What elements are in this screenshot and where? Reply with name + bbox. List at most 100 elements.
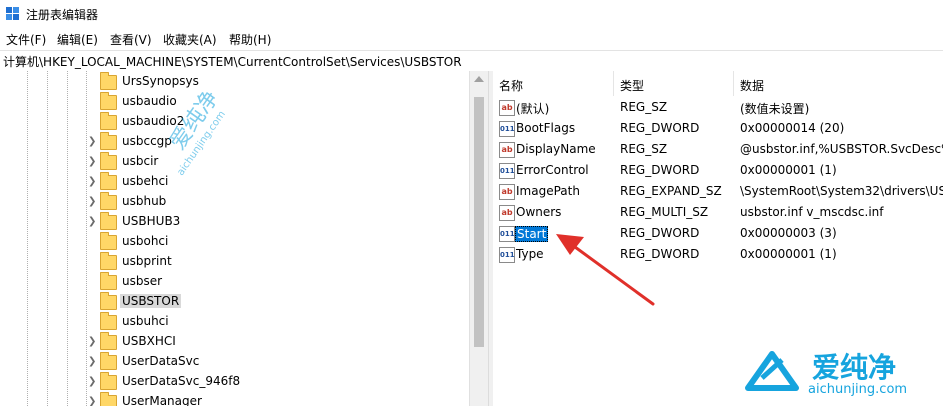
value-name: Start <box>515 226 549 242</box>
tree-item[interactable]: ❯ UserManager <box>84 392 464 406</box>
menu-edit[interactable]: 编辑(E) <box>57 31 98 48</box>
value-type: REG_SZ <box>620 142 668 156</box>
value-row[interactable]: 011 Start REG_DWORD 0x00000003 (3) <box>493 223 943 244</box>
folder-icon <box>100 252 117 270</box>
folder-icon <box>100 292 117 310</box>
value-row[interactable]: ab (默认) REG_SZ (数值未设置) <box>493 97 943 118</box>
tree-guide-line <box>47 71 48 406</box>
tree-item-label: usbprint <box>122 254 172 268</box>
value-data: 0x00000001 (1) <box>740 163 837 177</box>
tree-item-label: UserManager <box>122 394 202 406</box>
expand-chevron-icon[interactable]: ❯ <box>88 356 96 367</box>
binary-value-icon: 011 <box>499 226 515 242</box>
address-bar[interactable]: 计算机\HKEY_LOCAL_MACHINE\SYSTEM\CurrentCon… <box>0 50 943 72</box>
column-header-name[interactable]: 名称 <box>493 71 613 96</box>
tree-item[interactable]: usbohci <box>84 232 464 252</box>
tree-item[interactable]: ❯ UserDataSvc_946f8 <box>84 372 464 392</box>
watermark-logo-brand: 爱纯净 <box>812 351 897 384</box>
string-value-icon: ab <box>499 100 515 116</box>
tree-item[interactable]: ❯ UserDataSvc <box>84 352 464 372</box>
value-type: REG_EXPAND_SZ <box>620 184 722 198</box>
value-type: REG_SZ <box>620 100 668 114</box>
folder-icon <box>100 272 117 290</box>
column-header-name-label: 名称 <box>499 79 524 93</box>
folder-icon <box>100 312 117 330</box>
tree-item[interactable]: usbaudio2 <box>84 112 464 132</box>
expand-chevron-icon[interactable]: ❯ <box>88 136 96 147</box>
folder-icon <box>100 192 117 210</box>
registry-editor-icon <box>6 7 19 20</box>
value-row[interactable]: 011 ErrorControl REG_DWORD 0x00000001 (1) <box>493 160 943 181</box>
tree-item[interactable]: ❯ usbhub <box>84 192 464 212</box>
tree-item[interactable]: usbprint <box>84 252 464 272</box>
value-name: Owners <box>516 205 562 219</box>
value-row[interactable]: ab ImagePath REG_EXPAND_SZ \SystemRoot\Syst… <box>493 181 943 202</box>
watermark-logo: 爱纯净 aichunjing.com <box>740 342 940 402</box>
tree-item-label: usbehci <box>122 174 169 188</box>
value-data: (数值未设置) <box>740 102 810 116</box>
folder-icon <box>100 132 117 150</box>
expand-chevron-icon[interactable]: ❯ <box>88 336 96 347</box>
folder-icon <box>100 152 117 170</box>
value-data: usbstor.inf v_mscdsc.inf <box>740 205 884 219</box>
folder-icon <box>100 72 117 90</box>
column-header-type[interactable]: 类型 <box>614 71 733 96</box>
expand-chevron-icon[interactable]: ❯ <box>88 376 96 387</box>
expand-chevron-icon[interactable]: ❯ <box>88 216 96 227</box>
folder-icon <box>100 172 117 190</box>
tree-item-label: UserDataSvc <box>122 354 200 368</box>
value-name: ErrorControl <box>516 163 589 177</box>
value-row[interactable]: 011 BootFlags REG_DWORD 0x00000014 (20) <box>493 118 943 139</box>
value-name: BootFlags <box>516 121 576 135</box>
tree-item-label: usbuhci <box>122 314 169 328</box>
tree-guide-line <box>27 71 28 406</box>
column-header-data[interactable]: 数据 <box>734 71 943 96</box>
value-type: REG_DWORD <box>620 163 700 177</box>
menu-view[interactable]: 查看(V) <box>110 31 152 48</box>
expand-chevron-icon[interactable]: ❯ <box>88 196 96 207</box>
folder-icon <box>100 212 117 230</box>
tree-item[interactable]: USBSTOR <box>84 292 464 312</box>
value-name: ImagePath <box>516 184 580 198</box>
tree-item[interactable]: usbser <box>84 272 464 292</box>
tree-item-label: USBXHCI <box>122 334 176 348</box>
tree-item-label: UserDataSvc_946f8 <box>122 374 241 388</box>
tree-guide-line <box>67 71 68 406</box>
string-value-icon: ab <box>499 205 515 221</box>
tree-scrollbar[interactable] <box>469 71 488 406</box>
tree-item[interactable]: ❯ usbehci <box>84 172 464 192</box>
menu-favorites[interactable]: 收藏夹(A) <box>163 31 217 48</box>
value-row[interactable]: ab DisplayName REG_SZ @usbstor.inf,%USBSTOR… <box>493 139 943 160</box>
tree-item[interactable]: ❯ usbccgp <box>84 132 464 152</box>
expand-chevron-icon[interactable]: ❯ <box>88 176 96 187</box>
menu-help[interactable]: 帮助(H) <box>229 31 271 48</box>
tree-item-label: UrsSynopsys <box>122 74 199 88</box>
folder-icon <box>100 332 117 350</box>
tree-item-label: usbhub <box>122 194 167 208</box>
tree-item-label: USBSTOR <box>120 294 182 308</box>
tree-item[interactable]: usbuhci <box>84 312 464 332</box>
value-row[interactable]: ab Owners REG_MULTI_SZ usbstor.inf v_mscdsc… <box>493 202 943 223</box>
value-data: 0x00000003 (3) <box>740 226 837 240</box>
tree-item[interactable]: ❯ USBXHCI <box>84 332 464 352</box>
scrollbar-thumb[interactable] <box>474 97 484 347</box>
scroll-up-arrow-icon[interactable] <box>474 76 484 82</box>
tree-item-label: USBHUB3 <box>122 214 181 228</box>
folder-icon <box>100 232 117 250</box>
expand-chevron-icon[interactable]: ❯ <box>88 156 96 167</box>
binary-value-icon: 011 <box>499 247 515 263</box>
watermark-logo-icon <box>745 351 799 391</box>
value-name: DisplayName <box>516 142 596 156</box>
watermark-logo-url: aichunjing.com <box>808 382 908 397</box>
string-value-icon: ab <box>499 142 515 158</box>
menu-file[interactable]: 文件(F) <box>6 31 46 48</box>
value-type: REG_DWORD <box>620 247 700 261</box>
value-row[interactable]: 011 Type REG_DWORD 0x00000001 (1) <box>493 244 943 265</box>
tree-item-label: usbohci <box>122 234 169 248</box>
value-name: (默认) <box>516 102 550 116</box>
folder-icon <box>100 392 117 406</box>
expand-chevron-icon[interactable]: ❯ <box>88 396 96 406</box>
tree-item[interactable]: ❯ usbcir <box>84 152 464 172</box>
window-title: 注册表编辑器 <box>26 8 99 22</box>
tree-item[interactable]: ❯ USBHUB3 <box>84 212 464 232</box>
